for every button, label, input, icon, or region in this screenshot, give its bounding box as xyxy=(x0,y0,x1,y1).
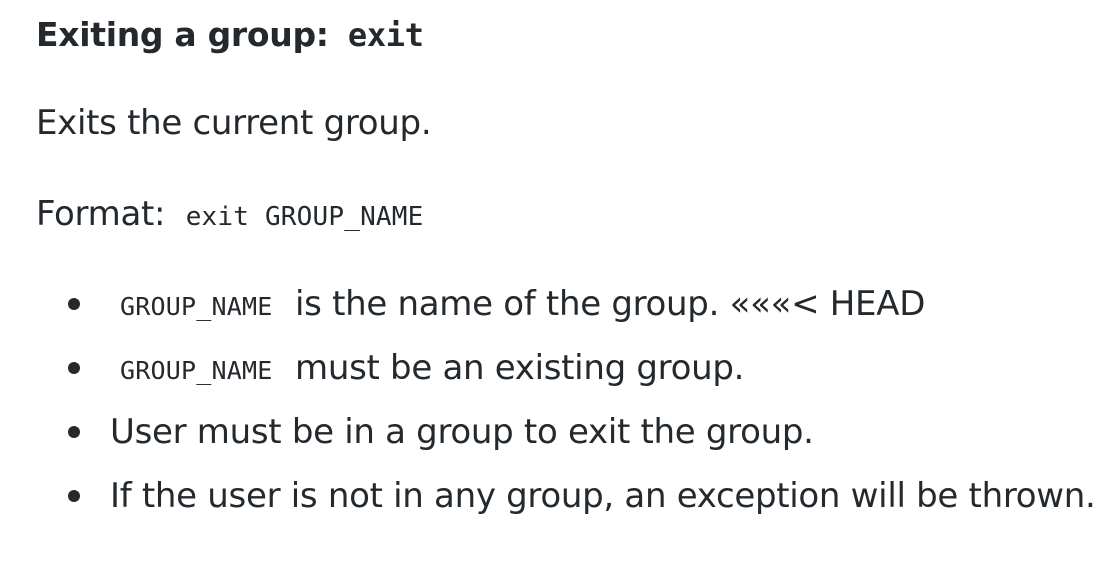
bullet-icon xyxy=(68,362,80,374)
list-item-text: User must be in a group to exit the grou… xyxy=(110,412,814,452)
format-syntax-code: exit GROUP_NAME xyxy=(185,202,424,232)
heading-command-code: exit xyxy=(347,16,424,54)
bullet-icon xyxy=(68,426,80,438)
list-item: GROUP_NAME is the name of the group. «««… xyxy=(36,282,1116,326)
list-item-text: must be an existing group. xyxy=(295,348,745,388)
inline-code: GROUP_NAME xyxy=(120,356,273,385)
list-item: User must be in a group to exit the grou… xyxy=(36,410,1116,454)
format-line: Format: exit GROUP_NAME xyxy=(36,192,1116,239)
list-item: If the user is not in any group, an exce… xyxy=(36,474,1116,518)
section-heading: Exiting a group: exit xyxy=(36,14,1116,56)
format-label: Format: xyxy=(36,194,166,234)
bullet-icon xyxy=(68,298,80,310)
inline-code: GROUP_NAME xyxy=(120,292,273,321)
heading-text: Exiting a group: xyxy=(36,15,329,54)
command-description: Exits the current group. xyxy=(36,103,432,143)
list-item-text: is the name of the group. «««< HEAD xyxy=(295,284,926,324)
list-item-text: If the user is not in any group, an exce… xyxy=(110,476,1096,516)
document-section: Exiting a group: exit Exits the current … xyxy=(0,0,1116,518)
bullet-icon xyxy=(68,490,80,502)
notes-list: GROUP_NAME is the name of the group. «««… xyxy=(36,282,1116,518)
list-item: GROUP_NAME must be an existing group. xyxy=(36,346,1116,390)
